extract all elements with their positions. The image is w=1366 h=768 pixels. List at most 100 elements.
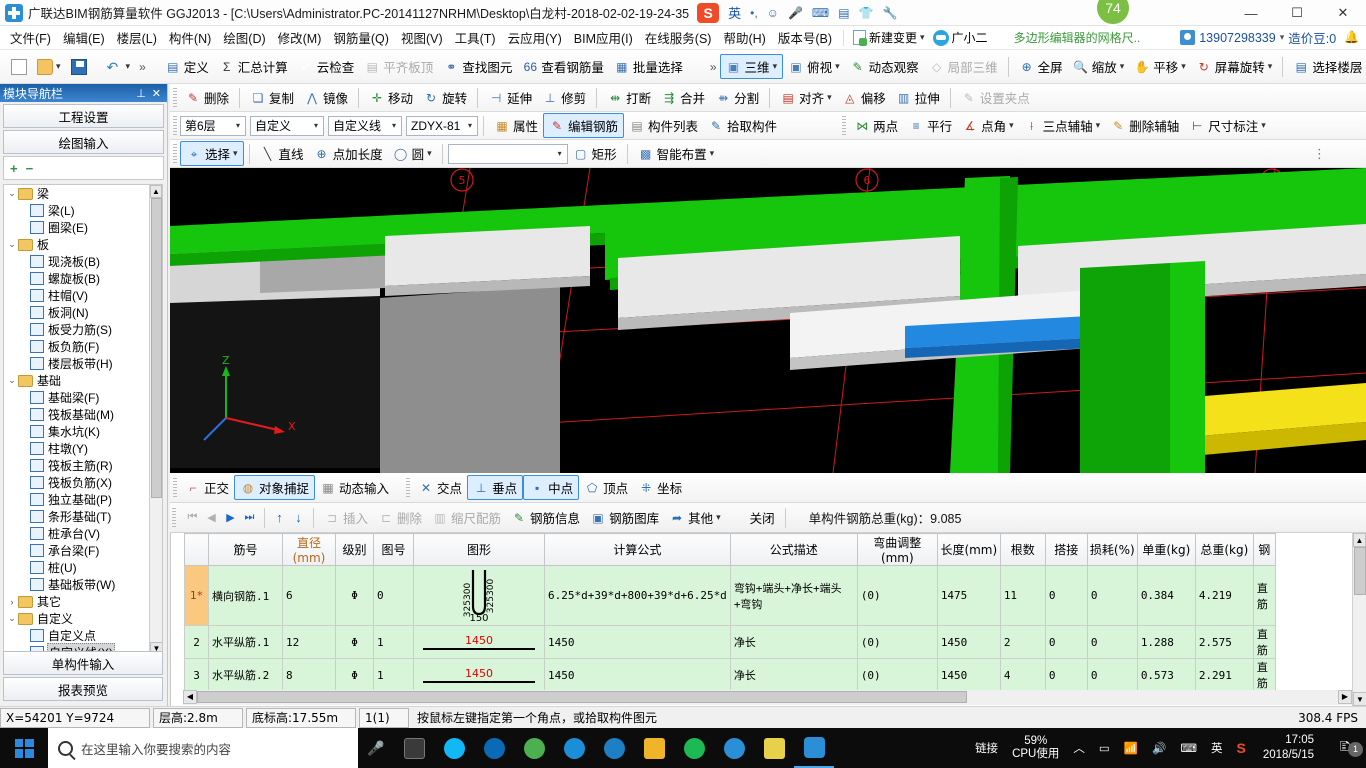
menu-item-云应用Y[interactable]: 云应用(Y) bbox=[502, 26, 568, 49]
taskbar-app-notepad[interactable] bbox=[754, 728, 794, 768]
tree-item-桩承台V[interactable]: 桩承台(V) bbox=[4, 525, 150, 542]
sogou-logo-icon[interactable]: S bbox=[697, 2, 720, 23]
cell-rebar-name[interactable]: 水平纵筋.1 bbox=[208, 625, 283, 659]
account-area[interactable]: 13907298339 ▾ 造价豆:0 bbox=[1180, 28, 1358, 47]
cell-lap[interactable]: 0 bbox=[1044, 625, 1088, 659]
chevron-down-icon[interactable]: ▾ bbox=[311, 121, 321, 130]
taskbar-app-edge-legacy[interactable] bbox=[474, 728, 514, 768]
3d-viewport[interactable]: 56 7B bbox=[170, 168, 1366, 473]
chevron-down-icon[interactable]: ▾ bbox=[465, 121, 475, 130]
snap-button-交点[interactable]: ✕ 交点 bbox=[413, 476, 467, 499]
tray-expand-icon[interactable]: ︿ bbox=[1066, 740, 1092, 756]
taskbar-app-360[interactable] bbox=[514, 728, 554, 768]
project-settings-button[interactable]: 工程设置 bbox=[3, 104, 164, 128]
open-file-button[interactable]: ▾ bbox=[32, 57, 66, 77]
column-header-直径mm[interactable]: 直径(mm) bbox=[282, 533, 336, 566]
column-header-根数[interactable]: 根数 bbox=[999, 533, 1046, 566]
chevron-down-icon[interactable]: ⌄ bbox=[6, 375, 18, 386]
cell-count[interactable]: 4 bbox=[999, 658, 1046, 690]
table-vertical-scrollbar[interactable]: ▲ ▼ bbox=[1352, 533, 1366, 706]
chevron-down-icon[interactable]: ▾ bbox=[773, 61, 778, 72]
column-header-弯曲调整mm[interactable]: 弯曲调整(mm) bbox=[856, 533, 938, 566]
chevron-down-icon[interactable]: ▾ bbox=[920, 32, 925, 43]
column-header-损耗[interactable]: 损耗(%) bbox=[1086, 533, 1138, 566]
toolbar-button-定义[interactable]: ▤ 定义 bbox=[160, 55, 214, 78]
tree-item-楼层板带H[interactable]: 楼层板带(H) bbox=[4, 355, 150, 372]
table-row[interactable]: 1* 横向钢筋.1 6 Φ 0 325300 325300 150 6.25*d+39*d+80… bbox=[184, 565, 1276, 626]
ime-toolbar[interactable]: S 英 •, ☺ 🎤 ⌨ ▤ 👕 🔧 bbox=[697, 2, 898, 23]
cell-formula[interactable]: 1450 bbox=[544, 625, 731, 659]
beans-label[interactable]: 造价豆:0 bbox=[1288, 28, 1336, 47]
cell-rebar-type[interactable]: 直筋 bbox=[1252, 565, 1276, 626]
column-header-钢[interactable]: 钢 bbox=[1252, 533, 1276, 566]
toolbar-button-查找图元[interactable]: ⚭ 查找图元 bbox=[438, 55, 517, 78]
move-up-button[interactable]: ↑ bbox=[270, 508, 289, 527]
cell-lap[interactable]: 0 bbox=[1044, 658, 1088, 690]
ime-tools-icon[interactable]: 🔧 bbox=[883, 6, 898, 20]
combo-type[interactable]: 自定义线 ▾ bbox=[328, 115, 402, 136]
cell-rebar-name[interactable]: 水平纵筋.2 bbox=[208, 658, 283, 690]
tree-item-柱帽V[interactable]: 柱帽(V) bbox=[4, 287, 150, 304]
ime-lang-label[interactable]: 英 bbox=[728, 3, 741, 22]
account-phone[interactable]: 13907298339 bbox=[1199, 31, 1275, 45]
menu-item-修改M[interactable]: 修改(M) bbox=[272, 26, 328, 49]
keyboard-icon[interactable]: ⌨ bbox=[1173, 741, 1204, 755]
new-change-button[interactable]: 新建变更 ▾ bbox=[849, 29, 929, 46]
taskbar-app-ie[interactable] bbox=[554, 728, 594, 768]
column-header-row-number[interactable] bbox=[184, 533, 209, 566]
chevron-down-icon[interactable]: ▾ bbox=[427, 148, 432, 159]
view-button-俯视[interactable]: ▣ 俯视 ▾ bbox=[783, 55, 845, 78]
menu-item-工具T[interactable]: 工具(T) bbox=[449, 26, 502, 49]
chevron-right-icon[interactable]: › bbox=[6, 597, 18, 607]
cell-drawing-no[interactable]: 1 bbox=[373, 625, 414, 659]
modify-button-删除[interactable]: ✎ 删除 bbox=[180, 86, 234, 109]
tree-item-桩U[interactable]: 桩(U) bbox=[4, 559, 150, 576]
axis-button-点角[interactable]: ∡ 点角 ▾ bbox=[957, 114, 1019, 137]
component-tree[interactable]: ⌄ 梁梁(L) 圈梁(E) ⌄ 板现浇板(B) 螺旋板(B) 柱帽(V) 板洞(N) 板受力筋(… bbox=[3, 184, 163, 656]
next-row-button[interactable]: ▶ bbox=[221, 508, 240, 527]
tree-item-条形基础T[interactable]: 条形基础(T) bbox=[4, 508, 150, 525]
scroll-thumb-horizontal[interactable] bbox=[197, 691, 967, 703]
toolbar-overflow-icon[interactable]: » bbox=[135, 60, 150, 74]
minimize-button[interactable]: — bbox=[1228, 0, 1274, 26]
cell-grade[interactable]: Φ bbox=[335, 658, 374, 690]
cell-bend-adjust[interactable]: (0) bbox=[856, 565, 938, 626]
action-center-button[interactable]: 🗈 1 bbox=[1324, 736, 1366, 761]
ime-emoji-icon[interactable]: ☺ bbox=[767, 6, 779, 20]
taskbar-app-chrome[interactable] bbox=[674, 728, 714, 768]
draw-button-点加长度[interactable]: ⊕ 点加长度 bbox=[309, 142, 388, 165]
cell-length[interactable]: 1475 bbox=[936, 565, 1001, 626]
battery-icon[interactable]: ▭ bbox=[1092, 741, 1117, 755]
tree-item-筏板负筋X[interactable]: 筏板负筋(X) bbox=[4, 474, 150, 491]
chevron-down-icon[interactable]: ▾ bbox=[1280, 32, 1285, 43]
combo-component[interactable]: ZDYX-81 ▾ bbox=[406, 115, 478, 136]
draw-button-智能布置[interactable]: ▩ 智能布置 ▾ bbox=[633, 142, 720, 165]
menu-item-绘图D[interactable]: 绘图(D) bbox=[217, 26, 271, 49]
scroll-right-icon[interactable]: ▶ bbox=[1338, 690, 1352, 704]
cpu-usage-indicator[interactable]: 59% CPU使用 bbox=[1005, 735, 1066, 761]
modify-button-旋转[interactable]: ↻ 旋转 bbox=[418, 86, 472, 109]
tree-item-集水坑K[interactable]: 集水坑(K) bbox=[4, 423, 150, 440]
draw-button-选择[interactable]: ⌖ 选择 ▾ bbox=[180, 141, 244, 166]
taskbar-app-qq[interactable] bbox=[434, 728, 474, 768]
start-button[interactable] bbox=[0, 728, 48, 768]
row-number-cell[interactable]: 1* bbox=[184, 565, 209, 626]
panel-close-icon[interactable]: ✕ bbox=[149, 87, 164, 100]
rebar-action-关闭[interactable]: 关闭 bbox=[726, 506, 780, 529]
snap-button-中点[interactable]: ▪ 中点 bbox=[523, 475, 580, 500]
cell-diameter[interactable]: 12 bbox=[282, 625, 336, 659]
row-number-cell[interactable]: 2 bbox=[184, 625, 209, 659]
menu-item-视图V[interactable]: 视图(V) bbox=[395, 26, 449, 49]
column-header-级别[interactable]: 级别 bbox=[335, 533, 374, 566]
column-header-单重kg[interactable]: 单重(kg) bbox=[1136, 533, 1196, 566]
cell-count[interactable]: 2 bbox=[999, 625, 1046, 659]
table-body[interactable]: 1* 横向钢筋.1 6 Φ 0 325300 325300 150 6.25*d+39*d+80… bbox=[184, 565, 1276, 690]
cell-shape[interactable]: 1450 bbox=[413, 658, 545, 690]
cell-formula-desc[interactable]: 净长 bbox=[729, 658, 858, 690]
component-button-编辑钢筋[interactable]: ✎ 编辑钢筋 bbox=[543, 113, 625, 138]
menu-item-楼层L[interactable]: 楼层(L) bbox=[111, 26, 163, 49]
tree-item-筏板基础M[interactable]: 筏板基础(M) bbox=[4, 406, 150, 423]
modify-button-延伸[interactable]: ⊣ 延伸 bbox=[483, 86, 537, 109]
tree-item-基础梁F[interactable]: 基础梁(F) bbox=[4, 389, 150, 406]
cell-drawing-no[interactable]: 0 bbox=[373, 565, 414, 626]
